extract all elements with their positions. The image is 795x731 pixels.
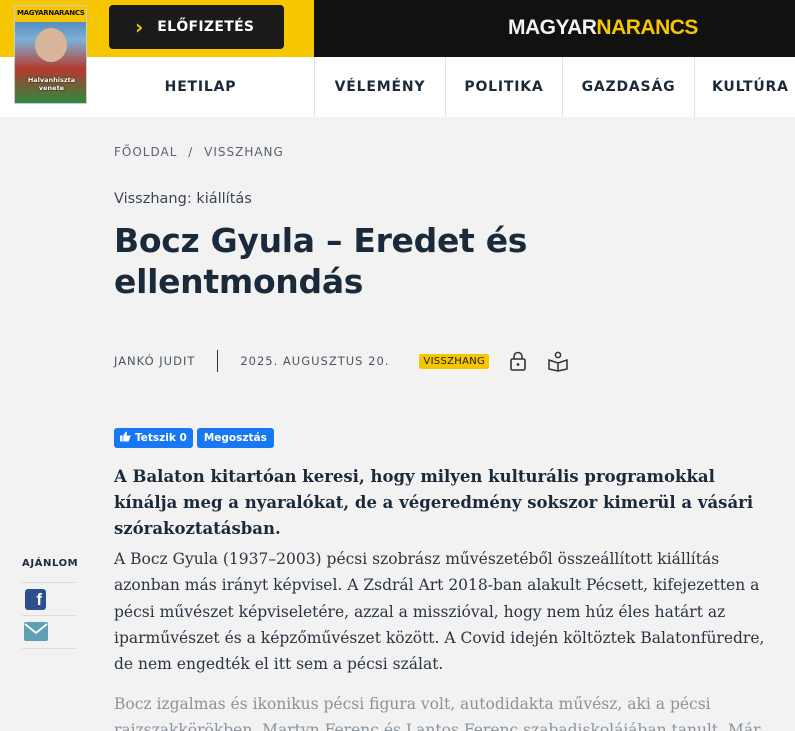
site-header: MAGYARNARANCS Halvanhiszta venete › ELŐF…	[0, 0, 795, 117]
facebook-buttons: Tetszik 0 Megosztás	[114, 428, 274, 448]
facebook-share-button[interactable]: Megosztás	[196, 428, 274, 448]
breadcrumb: FŐOLDAL / VISSZHANG	[114, 145, 290, 159]
reader-icon[interactable]	[547, 350, 569, 372]
article-date: 2025. AUGUSZTUS 20.	[240, 354, 390, 368]
section-badge[interactable]: VISSZHANG	[419, 353, 490, 369]
nav-politika[interactable]: POLITIKA	[445, 57, 562, 117]
breadcrumb-separator: /	[188, 145, 194, 159]
facebook-icon[interactable]: f	[25, 589, 46, 610]
cover-figure	[35, 28, 67, 62]
nav-velemeny[interactable]: VÉLEMÉNY	[314, 57, 445, 117]
nav-hetilap[interactable]: HETILAP	[87, 57, 314, 117]
subscribe-button[interactable]: › ELŐFIZETÉS	[109, 5, 284, 49]
lock-icon	[507, 350, 529, 372]
share-divider	[22, 582, 76, 583]
meta-divider	[217, 350, 219, 372]
facebook-like-button[interactable]: Tetszik 0	[114, 428, 193, 448]
article-paragraph-faded: Bocz izgalmas és ikonikus pécsi figura v…	[114, 695, 761, 731]
site-logo[interactable]: MAGYAR NARANCS	[508, 10, 698, 46]
share-divider	[22, 615, 76, 616]
share-label: AJÁNLOM	[22, 558, 79, 569]
mail-icon[interactable]	[24, 622, 48, 641]
article-title: Bocz Gyula – Eredet és ellentmondás	[114, 221, 528, 301]
article-meta: JANKÓ JUDIT 2025. AUGUSZTUS 20. VISSZHAN…	[114, 349, 569, 373]
cover-brand: MAGYARNARANCS	[15, 6, 86, 22]
thumbs-up-icon	[120, 431, 131, 445]
facebook-like-label: Tetszik 0	[135, 432, 187, 444]
nav-kultura[interactable]: KULTÚRA	[694, 57, 795, 117]
article-author[interactable]: JANKÓ JUDIT	[114, 354, 195, 368]
share-divider	[22, 648, 76, 649]
breadcrumb-section[interactable]: VISSZHANG	[204, 145, 284, 159]
magazine-cover[interactable]: MAGYARNARANCS Halvanhiszta venete	[14, 5, 87, 104]
logo-right: NARANCS	[596, 16, 698, 39]
cover-headline: Halvanhiszta venete	[27, 76, 76, 92]
article-kicker: Visszhang: kiállítás	[114, 191, 252, 207]
chevron-right-icon: ›	[135, 15, 144, 39]
subscribe-label: ELŐFIZETÉS	[157, 19, 255, 35]
logo-left: MAGYAR	[508, 16, 597, 39]
article-lead: A Balaton kitartóan keresi, hogy milyen …	[114, 467, 754, 538]
article-paragraph: A Bocz Gyula (1937–2003) pécsi szobrász …	[114, 550, 765, 674]
breadcrumb-home[interactable]: FŐOLDAL	[114, 145, 177, 159]
nav-gazdasag[interactable]: GAZDASÁG	[562, 57, 694, 117]
